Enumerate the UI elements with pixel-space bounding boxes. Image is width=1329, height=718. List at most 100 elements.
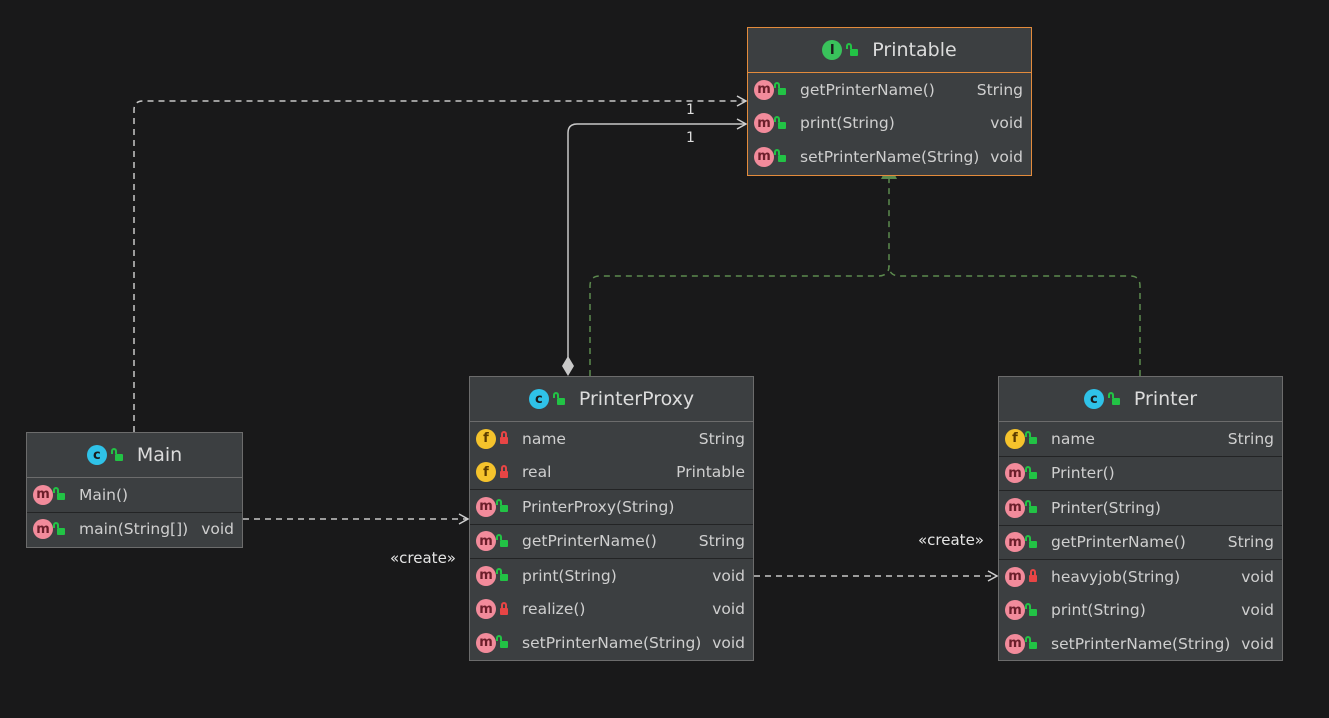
class-header[interactable]: c Printer [999,377,1282,422]
public-lock-icon [1025,534,1037,548]
method-icon: m [1005,633,1025,654]
method-icon: m [754,79,774,100]
method-icon: m [1005,497,1025,518]
member-type: Printable [676,463,745,482]
member-name: main(String[]) [79,520,189,539]
public-lock-icon [774,149,786,163]
field-row[interactable]: f name String [999,422,1282,456]
class-icon: c [86,445,107,465]
member-type: void [712,600,745,619]
member-type: void [201,520,234,539]
method-row[interactable]: m setPrinterName(String) void [470,626,753,660]
proxy-realization-edge [589,163,897,376]
class-icon: c [1083,389,1104,409]
method-icon: m [33,484,53,505]
public-lock-icon [53,487,65,501]
public-lock-icon [846,42,859,56]
field-icon: f [1005,428,1025,449]
method-row[interactable]: m Printer() [999,455,1282,491]
method-row[interactable]: m main(String[]) void [27,511,242,547]
public-lock-icon [1107,391,1120,405]
member-name: heavyjob(String) [1051,567,1181,586]
member-list: m getPrinterName() String m print(String) voi… [748,73,1031,174]
member-name: realize() [522,600,586,619]
method-row[interactable]: m PrinterProxy(String) [470,489,753,524]
create-label: «create» [918,531,984,549]
member-type: void [990,114,1023,133]
member-name: print(String) [522,566,617,585]
member-type: void [1241,601,1274,620]
member-name: setPrinterName(String) [1051,634,1231,653]
field-row[interactable]: f name String [470,422,753,456]
method-icon: m [1005,566,1025,587]
member-type: void [712,566,745,585]
member-type: String [698,532,745,551]
field-row[interactable]: f real Printable [470,456,753,490]
printer-realization-edge [888,265,1141,376]
public-lock-icon [1025,431,1037,445]
member-list: f name String m Printer() m Printer(String) m ge… [999,422,1282,661]
method-row[interactable]: m setPrinterName(String) void [748,140,1031,174]
aggregation-diamond [562,356,574,376]
public-lock-icon [1025,602,1037,616]
class-title: PrinterProxy [578,388,695,410]
member-name: setPrinterName(String) [800,147,980,166]
method-row[interactable]: m Printer(String) [999,490,1282,525]
member-type: String [976,80,1023,99]
public-lock-icon [496,568,508,582]
public-lock-icon [496,533,508,547]
member-name: getPrinterName() [1051,533,1186,552]
public-lock-icon [774,115,786,129]
public-lock-icon [53,521,65,535]
member-list: m Main() m main(String[]) void [27,478,242,546]
interface-icon: I [822,40,843,60]
member-name: print(String) [800,114,895,133]
member-name: name [522,429,566,448]
member-name: setPrinterName(String) [522,633,702,652]
class-box-printerproxy[interactable]: c PrinterProxy f name String f real Printable… [469,376,754,661]
member-name: getPrinterName() [522,532,657,551]
public-lock-icon [496,635,508,649]
member-name: Printer() [1051,464,1115,483]
class-icon: c [528,389,549,409]
public-lock-icon [1025,500,1037,514]
method-row[interactable]: m print(String) void [748,107,1031,141]
method-icon: m [754,113,774,134]
member-name: real [522,463,552,482]
class-header[interactable]: I Printable [748,28,1031,73]
method-row[interactable]: m print(String) void [999,594,1282,628]
public-lock-icon [1025,636,1037,650]
method-icon: m [33,519,53,540]
method-row[interactable]: m getPrinterName() String [748,73,1031,107]
method-row[interactable]: m Main() [27,478,242,512]
member-type: String [1227,429,1274,448]
member-type: void [990,147,1023,166]
proxy-aggregation-edge [567,118,748,358]
method-icon: m [476,599,496,620]
field-icon: f [476,428,496,449]
class-header[interactable]: c PrinterProxy [470,377,753,422]
class-box-printer[interactable]: c Printer f name String m Printer() m Printer(… [998,376,1283,661]
method-row[interactable]: m getPrinterName() String [470,523,753,559]
method-row[interactable]: m setPrinterName(String) void [999,627,1282,661]
method-icon: m [754,146,774,167]
method-row[interactable]: m getPrinterName() String [999,524,1282,560]
member-type: String [1227,533,1274,552]
class-header[interactable]: c Main [27,433,242,478]
method-icon: m [1005,532,1025,553]
member-name: PrinterProxy(String) [522,497,675,516]
private-lock-icon [500,431,508,445]
class-box-printable[interactable]: I Printable m getPrinterName() String m prin… [747,27,1032,176]
method-icon: m [476,632,496,653]
public-lock-icon [110,447,123,461]
public-lock-icon [1025,465,1037,479]
class-title: Main [136,444,183,466]
method-icon: m [1005,600,1025,621]
method-row[interactable]: m realize() void [470,593,753,627]
member-type: String [698,429,745,448]
public-lock-icon [552,391,565,405]
class-box-main[interactable]: c Main m Main() m main(String[]) void [26,432,243,548]
method-row[interactable]: m print(String) void [470,558,753,593]
private-lock-icon [1029,569,1037,583]
method-row[interactable]: m heavyjob(String) void [999,559,1282,594]
